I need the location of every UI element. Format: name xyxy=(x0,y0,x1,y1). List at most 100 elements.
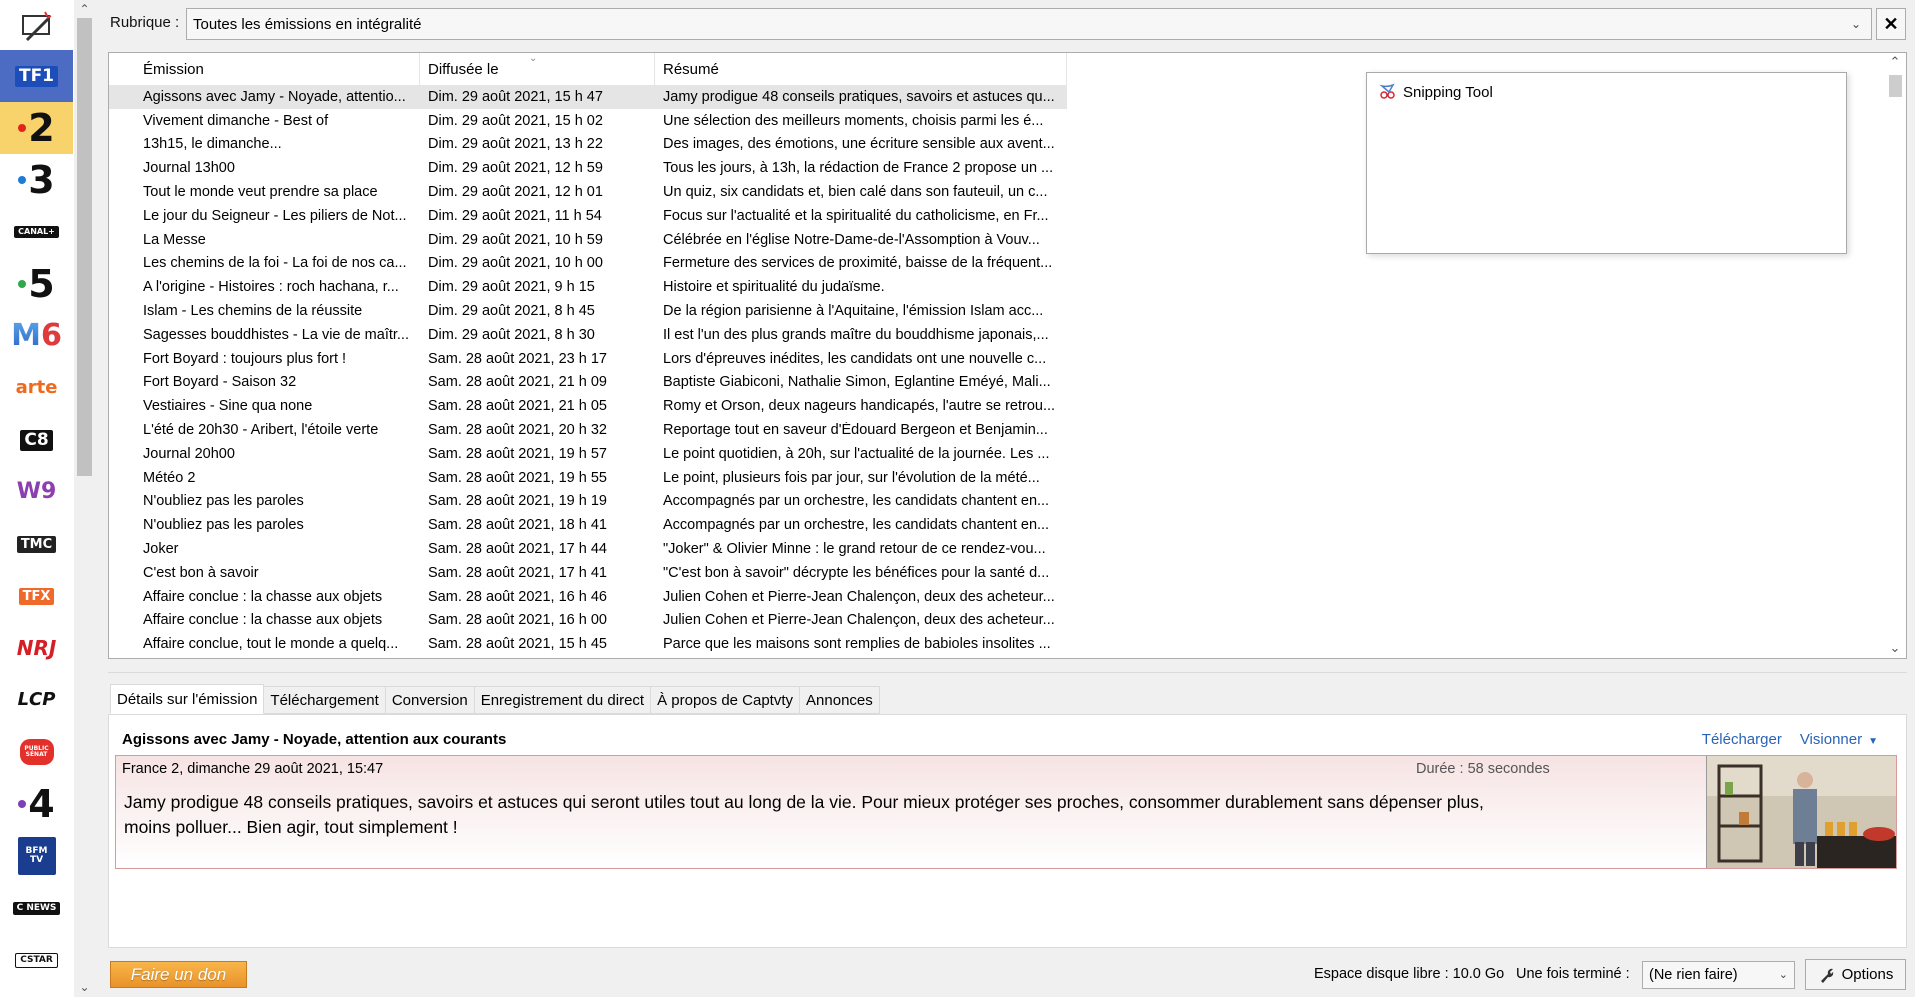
scissors-icon xyxy=(1379,83,1395,99)
channel-tmc[interactable]: TMC xyxy=(0,518,73,570)
channel-canal-plus[interactable]: CANAL+ xyxy=(0,206,73,258)
row-emission: Sagesses bouddhistes - La vie de maîtr..… xyxy=(143,326,409,343)
snipping-tool-preview[interactable]: Snipping Tool xyxy=(1366,72,1847,254)
download-link[interactable]: Télécharger xyxy=(1702,731,1782,748)
tab-annonces[interactable]: Annonces xyxy=(800,686,880,714)
tab-enregistrement[interactable]: Enregistrement du direct xyxy=(474,686,652,714)
channel-france-4[interactable]: 4 xyxy=(0,778,73,830)
channel-nrj12[interactable]: NRJ xyxy=(0,622,73,674)
row-date: Sam. 28 août 2021, 19 h 19 xyxy=(428,493,607,510)
table-row[interactable]: Les chemins de la foi - La foi de nos ca… xyxy=(109,252,1067,276)
channel-arte[interactable]: arte xyxy=(0,362,73,414)
table-row[interactable]: Météo 2 Sam. 28 août 2021, 19 h 55 Le poin… xyxy=(109,466,1067,490)
column-diffusee-label: Diffusée le xyxy=(428,60,499,78)
scroll-down-icon[interactable]: ⌄ xyxy=(1884,639,1906,657)
table-row[interactable]: 13h15, le dimanche... Dim. 29 août 2021, … xyxy=(109,133,1067,157)
channel-tf1[interactable]: TF1 xyxy=(0,50,73,102)
detail-tabs: Détails sur l'émission Téléchargement Co… xyxy=(110,684,880,714)
row-date: Dim. 29 août 2021, 12 h 01 xyxy=(428,184,603,201)
m6-logo: M6 xyxy=(11,318,62,353)
table-row[interactable]: Joker Sam. 28 août 2021, 17 h 44 "Joker" &… xyxy=(109,537,1067,561)
tab-telechargement[interactable]: Téléchargement xyxy=(264,686,386,714)
lcp-logo: LCP xyxy=(17,689,56,710)
channel-w9[interactable]: W9 xyxy=(0,466,73,518)
row-resume: Fermeture des services de proximité, bai… xyxy=(663,255,1053,272)
sidebar-scroll-thumb[interactable] xyxy=(77,18,92,476)
table-row[interactable]: Sagesses bouddhistes - La vie de maîtr..… xyxy=(109,323,1067,347)
channel-bfm-tv[interactable]: BFM TV xyxy=(0,830,73,882)
programme-thumbnail[interactable] xyxy=(1706,756,1896,868)
column-emission[interactable]: Émission xyxy=(109,53,420,85)
options-button[interactable]: Options xyxy=(1805,959,1906,990)
row-resume: Baptiste Giabiconi, Nathalie Simon, Egla… xyxy=(663,374,1051,391)
table-row[interactable]: Fort Boyard - Saison 32 Sam. 28 août 2021… xyxy=(109,371,1067,395)
channel-france-2[interactable]: 2 xyxy=(0,102,73,154)
watch-link[interactable]: Visionner ▼ xyxy=(1800,731,1878,748)
table-row[interactable]: Tout le monde veut prendre sa place Dim. … xyxy=(109,180,1067,204)
when-done-select[interactable]: (Ne rien faire) ⌄ xyxy=(1642,961,1795,989)
wand-icon xyxy=(21,11,51,42)
channel-m6[interactable]: M6 xyxy=(0,310,73,362)
nrj12-logo: NRJ xyxy=(16,636,57,660)
table-row[interactable]: Affaire conclue, tout le monde a quelq..… xyxy=(109,632,1067,656)
channel-france-3[interactable]: 3 xyxy=(0,154,73,206)
tab-details[interactable]: Détails sur l'émission xyxy=(110,684,265,714)
scroll-up-icon[interactable]: ⌃ xyxy=(1884,53,1906,71)
scroll-down-icon[interactable]: ⌄ xyxy=(74,978,95,996)
table-row[interactable]: L'été de 20h30 - Aribert, l'étoile verte… xyxy=(109,418,1067,442)
channel-c8[interactable]: C8 xyxy=(0,414,73,466)
table-row[interactable]: N'oubliez pas les paroles Sam. 28 août 20… xyxy=(109,490,1067,514)
row-date: Sam. 28 août 2021, 17 h 44 xyxy=(428,541,607,558)
row-resume: Le point quotidien, à 20h, sur l'actuali… xyxy=(663,445,1050,462)
table-row[interactable]: N'oubliez pas les paroles Sam. 28 août 20… xyxy=(109,513,1067,537)
caret-down-icon: ▼ xyxy=(1868,736,1878,747)
sidebar-scrollbar[interactable]: ⌃ ⌄ xyxy=(74,0,95,997)
row-date: Dim. 29 août 2021, 9 h 15 xyxy=(428,279,595,296)
channel-france-5[interactable]: 5 xyxy=(0,258,73,310)
row-emission: Les chemins de la foi - La foi de nos ca… xyxy=(143,255,407,272)
row-emission: Affaire conclue : la chasse aux objets xyxy=(143,612,383,629)
table-row[interactable]: Affaire conclue : la chasse aux objets Sa… xyxy=(109,585,1067,609)
list-scrollbar[interactable]: ⌃ ⌄ xyxy=(1884,53,1906,658)
tf1-logo: TF1 xyxy=(14,65,59,87)
donate-button[interactable]: Faire un don xyxy=(110,961,247,988)
c8-logo: C8 xyxy=(20,429,53,451)
row-emission: Tout le monde veut prendre sa place xyxy=(143,184,378,201)
row-emission: Vestiaires - Sine qua none xyxy=(143,398,313,415)
row-date: Sam. 28 août 2021, 16 h 00 xyxy=(428,612,607,629)
row-emission: Joker xyxy=(143,541,179,558)
column-resume[interactable]: Résumé xyxy=(655,53,1067,85)
table-row[interactable]: Vivement dimanche - Best of Dim. 29 août … xyxy=(109,109,1067,133)
table-row[interactable]: Agissons avec Jamy - Noyade, attentio...… xyxy=(109,85,1067,109)
rubrique-select[interactable]: Toutes les émissions en intégralité ⌄ xyxy=(186,8,1872,40)
channel-tfx[interactable]: TFX xyxy=(0,570,73,622)
table-row[interactable]: Vestiaires - Sine qua none Sam. 28 août 2… xyxy=(109,394,1067,418)
table-row[interactable]: C'est bon à savoir Sam. 28 août 2021, 17 … xyxy=(109,561,1067,585)
channel-lcp[interactable]: LCP xyxy=(0,674,73,726)
scroll-up-icon[interactable]: ⌃ xyxy=(74,0,95,18)
table-row[interactable]: Le jour du Seigneur - Les piliers de Not… xyxy=(109,204,1067,228)
rubrique-label: Rubrique : xyxy=(110,14,180,31)
channel-cnews[interactable]: C NEWS xyxy=(0,882,73,934)
table-row[interactable]: Affaire conclue : la chasse aux objets Sa… xyxy=(109,609,1067,633)
disk-space: Espace disque libre : 10.0 Go xyxy=(1314,966,1505,982)
when-done-value: (Ne rien faire) xyxy=(1649,967,1738,983)
table-row[interactable]: Fort Boyard : toujours plus fort ! Sam. 2… xyxy=(109,347,1067,371)
channel-cstar[interactable]: CSTAR xyxy=(0,934,73,986)
row-date: Sam. 28 août 2021, 15 h 45 xyxy=(428,636,607,653)
cstar-logo: CSTAR xyxy=(15,952,58,968)
table-row[interactable]: A l'origine - Histoires : roch hachana, … xyxy=(109,275,1067,299)
settings-icon[interactable] xyxy=(0,0,73,52)
tab-conversion[interactable]: Conversion xyxy=(385,686,475,714)
column-diffusee[interactable]: Diffusée le xyxy=(420,53,655,85)
tab-a-propos[interactable]: À propos de Captvty xyxy=(651,686,801,714)
table-row[interactable]: Journal 20h00 Sam. 28 août 2021, 19 h 57 L… xyxy=(109,442,1067,466)
france-4-logo: 4 xyxy=(18,785,55,823)
table-row[interactable]: Islam - Les chemins de la réussite Dim. 2… xyxy=(109,299,1067,323)
row-resume: "Joker" & Olivier Minne : le grand retou… xyxy=(663,541,1046,558)
close-icon[interactable]: ✕ xyxy=(1876,8,1906,40)
table-row[interactable]: La Messe Dim. 29 août 2021, 10 h 59 Célébr… xyxy=(109,228,1067,252)
list-scroll-thumb[interactable] xyxy=(1889,75,1902,97)
channel-public-senat[interactable]: PUBLIC SÉNAT xyxy=(0,726,73,778)
table-row[interactable]: Journal 13h00 Dim. 29 août 2021, 12 h 59 T… xyxy=(109,156,1067,180)
